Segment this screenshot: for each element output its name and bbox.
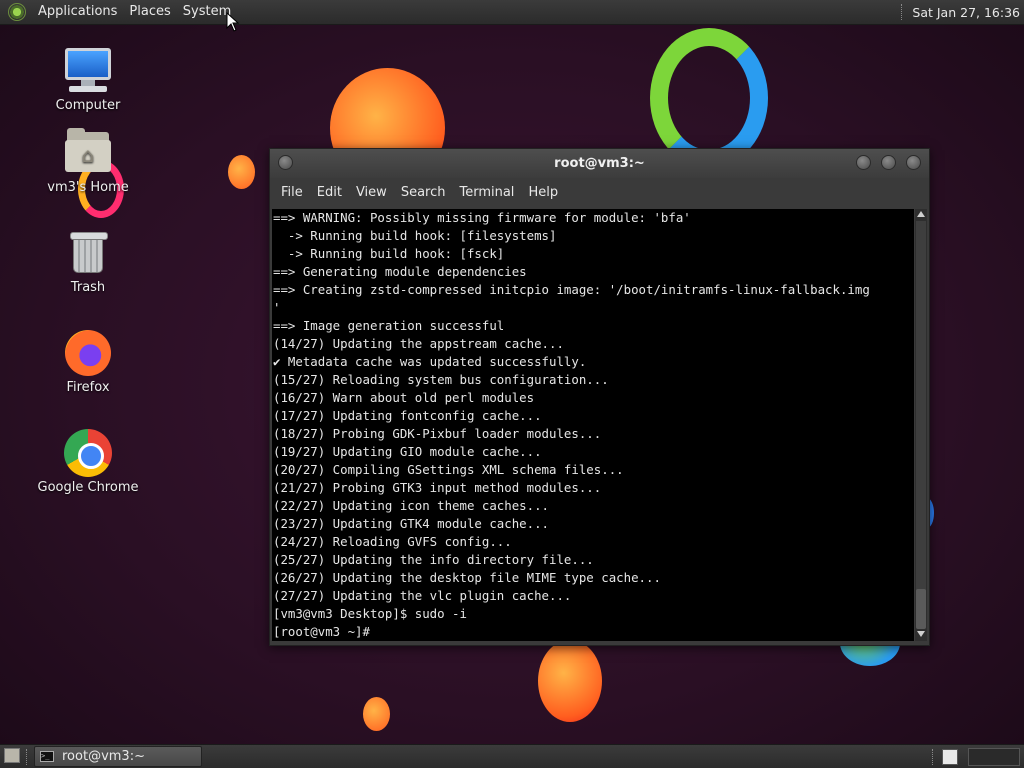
- scroll-up-arrow-icon[interactable]: [917, 211, 925, 217]
- terminal-line: ✔ Metadata cache was updated successfull…: [273, 354, 587, 369]
- clock-area: Sat Jan 27, 16:36: [901, 0, 1024, 24]
- distro-logo-icon[interactable]: [8, 3, 26, 21]
- scrollbar-track[interactable]: [916, 221, 926, 626]
- terminal-output[interactable]: ==> WARNING: Possibly missing firmware f…: [272, 209, 914, 641]
- terminal-line: (18/27) Probing GDK-Pixbuf loader module…: [273, 426, 602, 441]
- window-menu-button[interactable]: [278, 155, 293, 170]
- window-title: root@vm3:~: [554, 156, 645, 171]
- panel-separator: [26, 749, 29, 765]
- terminal-line: ==> Generating module dependencies: [273, 264, 527, 279]
- workspace-2[interactable]: [968, 748, 1020, 766]
- minimize-button[interactable]: [856, 155, 871, 170]
- terminal-line: ==> Image generation successful: [273, 318, 505, 333]
- mouse-pointer-icon: [226, 12, 240, 32]
- menu-file[interactable]: File: [274, 178, 310, 207]
- desktop-icon-label: Computer: [55, 98, 121, 113]
- menu-places[interactable]: Places: [123, 0, 176, 24]
- desktop-icon-home[interactable]: ⌂ vm3's Home: [28, 128, 148, 195]
- terminal-line: [vm3@vm3 Desktop]$ sudo -i: [273, 606, 467, 621]
- terminal-line: (17/27) Updating fontconfig cache...: [273, 408, 542, 423]
- window-titlebar[interactable]: root@vm3:~: [270, 149, 929, 178]
- terminal-icon: >_: [40, 751, 54, 762]
- taskbar-button-terminal[interactable]: >_ root@vm3:~: [34, 746, 202, 767]
- desktop-icon-chrome[interactable]: Google Chrome: [28, 428, 148, 495]
- panel-separator: [932, 749, 935, 765]
- terminal-line: (16/27) Warn about old perl modules: [273, 390, 535, 405]
- terminal-line: [root@vm3 ~]#: [273, 624, 370, 639]
- terminal-line: (23/27) Updating GTK4 module cache...: [273, 516, 550, 531]
- terminal-line: (22/27) Updating icon theme caches...: [273, 498, 550, 513]
- wallpaper-orange-dot: [363, 697, 390, 731]
- terminal-line: (26/27) Updating the desktop file MIME t…: [273, 570, 661, 585]
- desktop-icon-label: vm3's Home: [47, 180, 129, 195]
- wallpaper-orange-circle: [538, 640, 602, 722]
- chrome-icon: [63, 428, 113, 477]
- terminal-line: (19/27) Updating GIO module cache...: [273, 444, 542, 459]
- desktop-icon-trash[interactable]: Trash: [28, 228, 148, 295]
- menu-applications[interactable]: Applications: [32, 0, 123, 24]
- terminal-line: (21/27) Probing GTK3 input method module…: [273, 480, 602, 495]
- terminal-window: root@vm3:~ File Edit View Search Termina…: [269, 148, 930, 646]
- bottom-panel: >_ root@vm3:~: [0, 744, 1024, 768]
- terminal-line: (25/27) Updating the info directory file…: [273, 552, 594, 567]
- scrollbar-thumb[interactable]: [916, 589, 926, 629]
- firefox-icon: [63, 328, 113, 376]
- desktop-icon-label: Firefox: [66, 380, 110, 395]
- close-button[interactable]: [906, 155, 921, 170]
- menu-search[interactable]: Search: [394, 178, 453, 207]
- terminal-line: -> Running build hook: [fsck]: [273, 246, 505, 261]
- terminal-line: (27/27) Updating the vlc plugin cache...: [273, 588, 572, 603]
- terminal-line: (20/27) Compiling GSettings XML schema f…: [273, 462, 624, 477]
- terminal-line: ': [273, 300, 281, 315]
- wallpaper-green-ring: [650, 28, 768, 168]
- menu-terminal[interactable]: Terminal: [452, 178, 521, 207]
- terminal-menubar: File Edit View Search Terminal Help: [270, 178, 929, 207]
- top-panel: Applications Places System Sat Jan 27, 1…: [0, 0, 1024, 25]
- terminal-line: (15/27) Reloading system bus configurati…: [273, 372, 609, 387]
- wallpaper-orange-dot: [228, 155, 255, 189]
- computer-icon: [63, 46, 113, 94]
- desktop-icon-computer[interactable]: Computer: [28, 46, 148, 113]
- trash-icon: [63, 228, 113, 276]
- scroll-down-arrow-icon[interactable]: [917, 631, 925, 637]
- terminal-scrollbar[interactable]: [915, 209, 927, 641]
- workspace-1[interactable]: [942, 749, 958, 765]
- taskbar-button-label: root@vm3:~: [62, 749, 145, 764]
- panel-separator: [901, 4, 904, 20]
- terminal-line: (24/27) Reloading GVFS config...: [273, 534, 512, 549]
- desktop-icon-firefox[interactable]: Firefox: [28, 328, 148, 395]
- home-folder-icon: ⌂: [63, 128, 113, 176]
- menu-view[interactable]: View: [349, 178, 394, 207]
- clock[interactable]: Sat Jan 27, 16:36: [912, 5, 1024, 20]
- terminal-line: (14/27) Updating the appstream cache...: [273, 336, 564, 351]
- terminal-text: ==> WARNING: Possibly missing firmware f…: [272, 209, 914, 641]
- terminal-line: ==> Creating zstd-compressed initcpio im…: [273, 282, 870, 297]
- desktop-icon-label: Trash: [70, 280, 106, 295]
- show-desktop-icon[interactable]: [4, 748, 20, 763]
- menu-help[interactable]: Help: [521, 178, 565, 207]
- desktop-icon-label: Google Chrome: [37, 480, 139, 495]
- maximize-button[interactable]: [881, 155, 896, 170]
- menu-edit[interactable]: Edit: [310, 178, 349, 207]
- terminal-line: ==> WARNING: Possibly missing firmware f…: [273, 210, 691, 225]
- terminal-line: -> Running build hook: [filesystems]: [273, 228, 557, 243]
